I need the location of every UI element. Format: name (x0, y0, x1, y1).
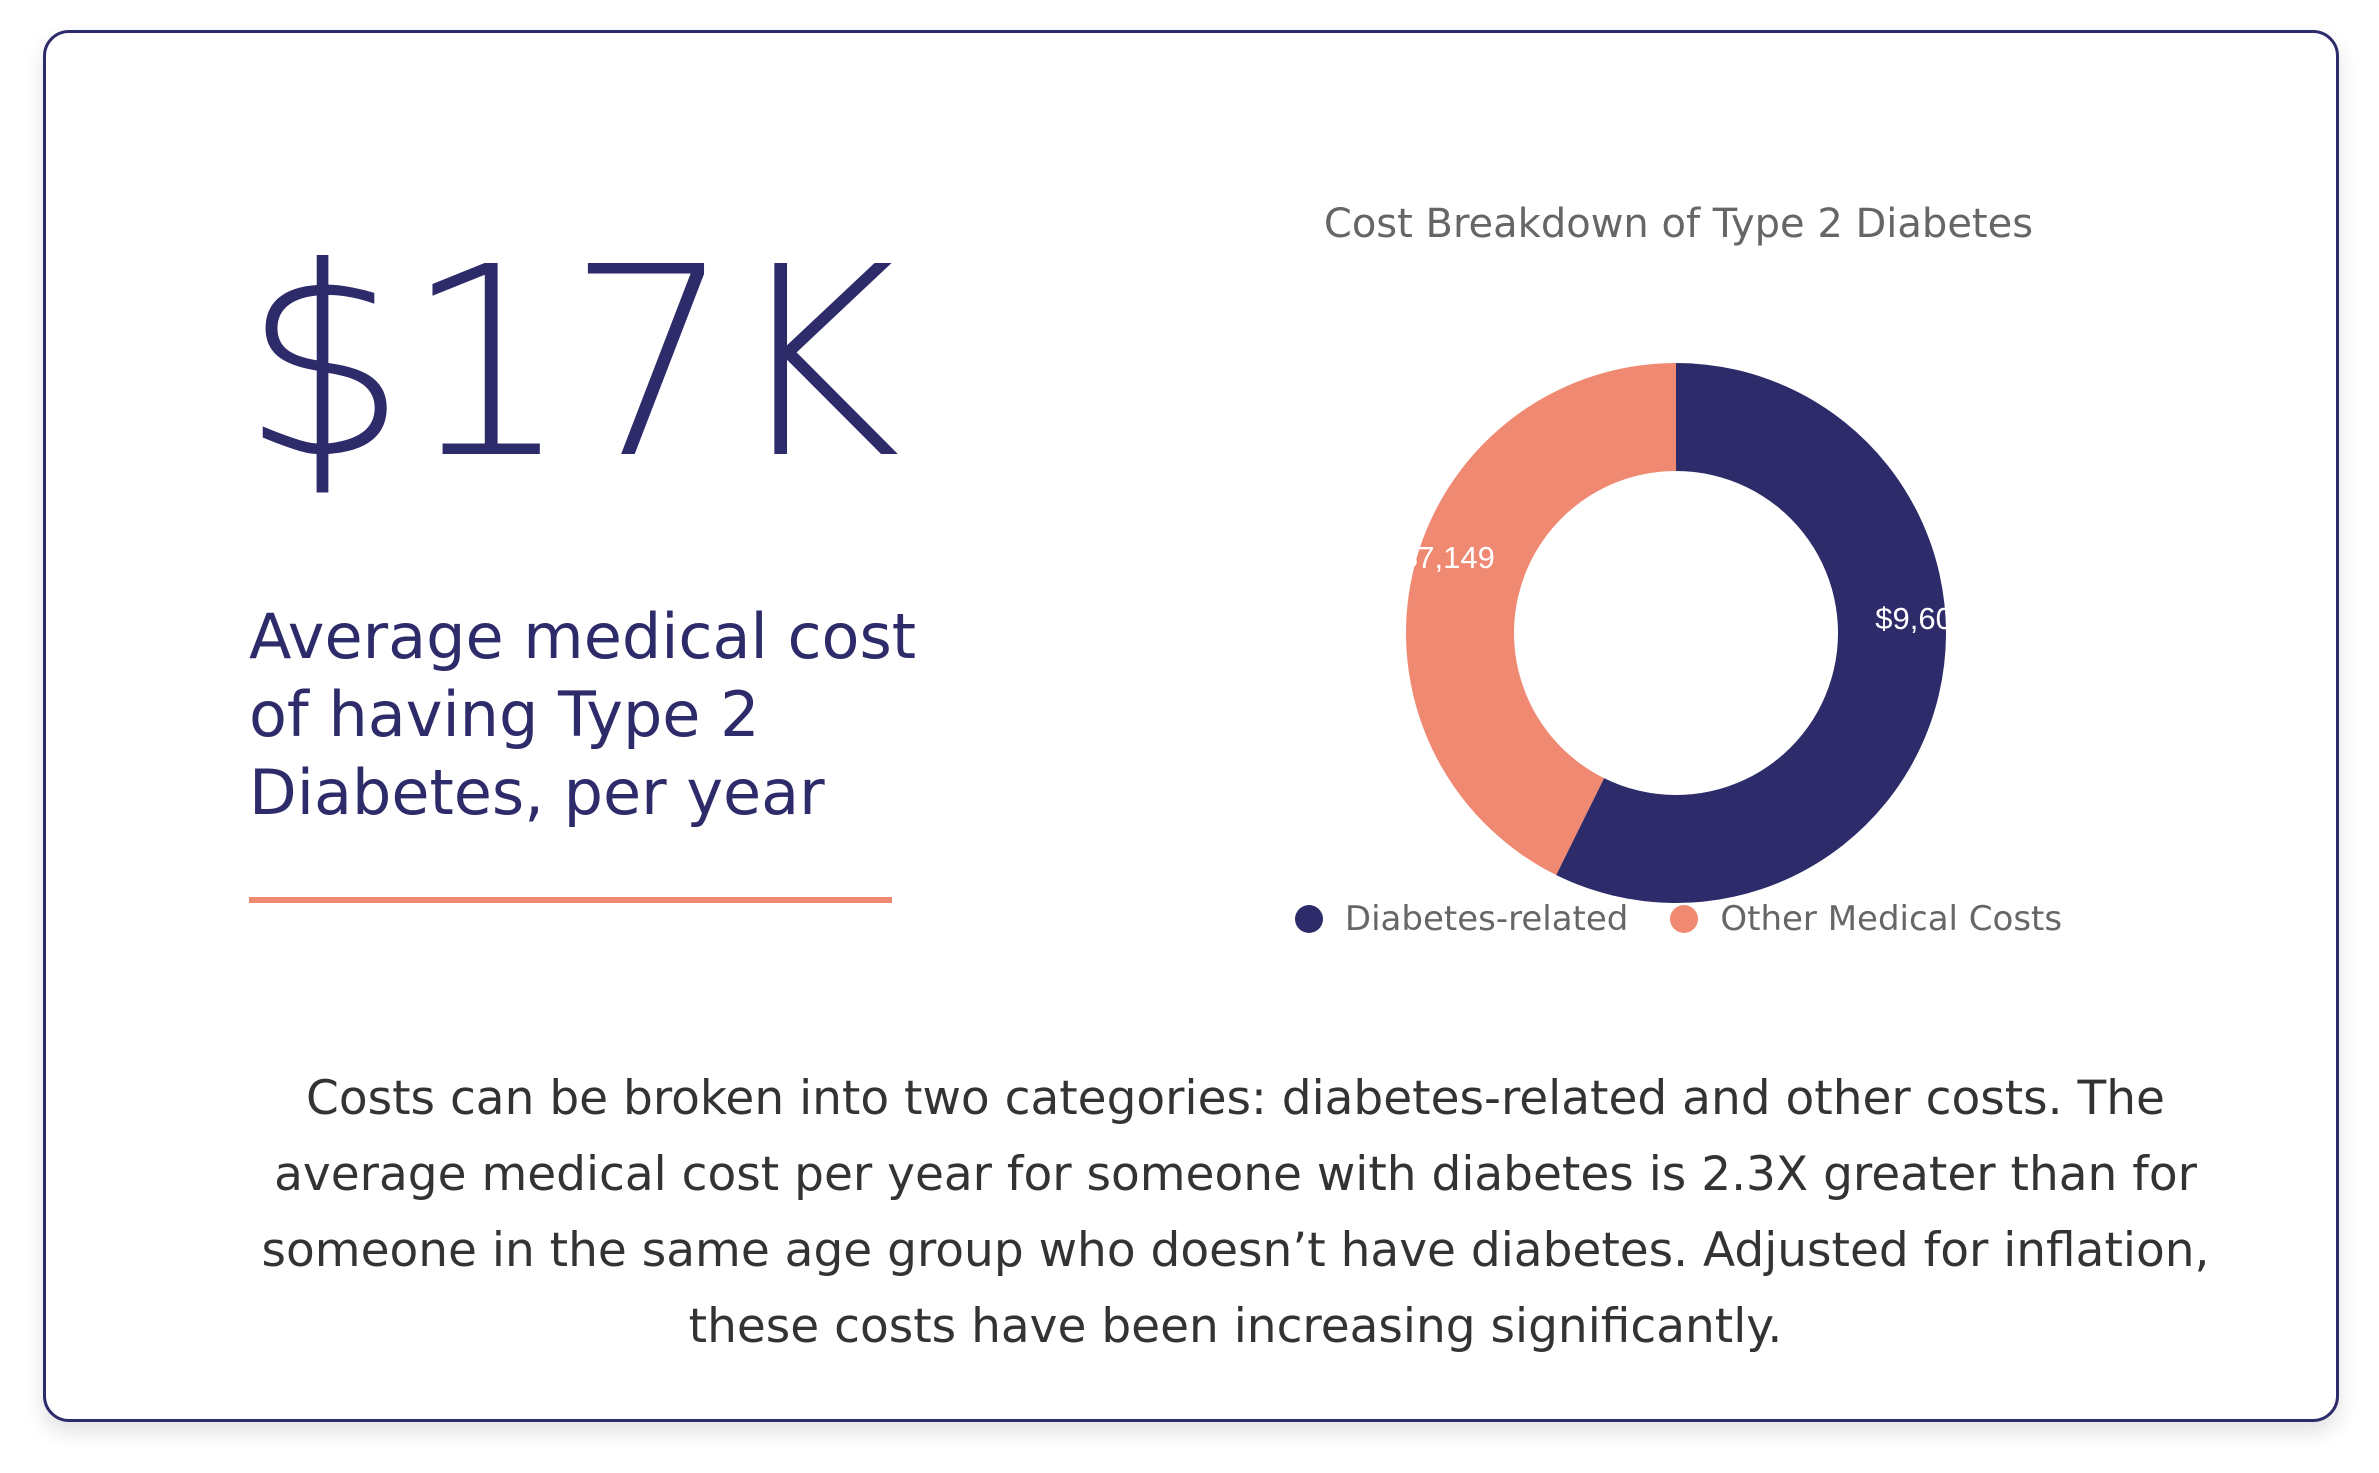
chart-legend: Diabetes-related Other Medical Costs (1196, 899, 2161, 939)
legend-item-diabetes-related: Diabetes-related (1294, 899, 1629, 939)
legend-swatch (1294, 905, 1323, 933)
info-card: $17K Average medical cost of having Type… (43, 30, 2339, 1422)
legend-item-other-medical-costs: Other Medical Costs (1670, 899, 2062, 939)
chart-title: Cost Breakdown of Type 2 Diabetes (1323, 201, 2034, 247)
accent-divider (249, 897, 892, 903)
legend-label: Other Medical Costs (1720, 899, 2063, 939)
donut-chart: $9,601 $7,149 (1400, 363, 1970, 903)
legend-label: Diabetes-related (1344, 899, 1629, 939)
summary-paragraph: Costs can be broken into two categories:… (261, 1071, 2210, 1354)
stat-value: $17K (241, 211, 901, 516)
stat-description: Average medical cost of having Type 2 Di… (249, 600, 917, 829)
donut-data-label: $7,149 (1400, 540, 1495, 575)
donut-data-label: $9,601 (1875, 601, 1970, 636)
legend-swatch (1670, 905, 1699, 933)
